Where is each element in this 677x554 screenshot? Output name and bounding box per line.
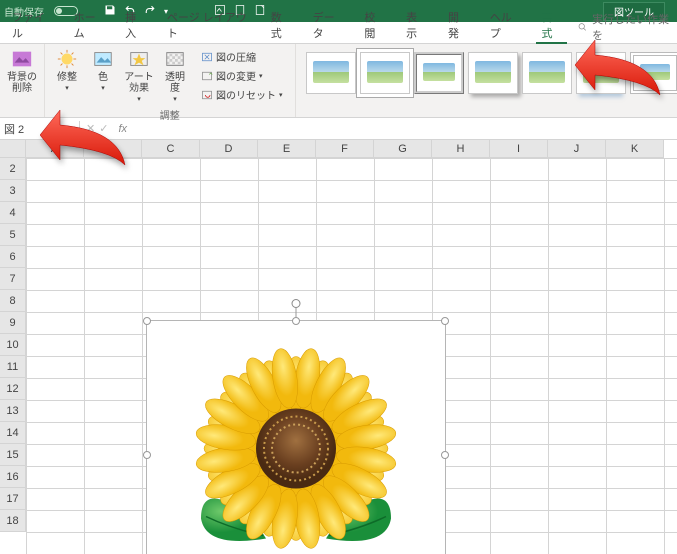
col-head[interactable]: C <box>142 140 200 158</box>
col-head[interactable]: I <box>490 140 548 158</box>
annotation-arrow-2 <box>575 30 665 100</box>
resize-handle-w[interactable] <box>143 451 151 459</box>
corrections-button[interactable]: 修整 ▾ <box>49 46 85 106</box>
remove-bg-icon <box>11 48 33 70</box>
sunflower-image <box>181 338 411 554</box>
row-head[interactable]: 7 <box>0 268 26 290</box>
row-head[interactable]: 10 <box>0 334 26 356</box>
tab-formulas[interactable]: 数式 <box>265 7 297 43</box>
change-picture-button[interactable]: 図の変更 ▾ <box>197 67 287 84</box>
tab-data[interactable]: データ <box>307 7 349 43</box>
row-head[interactable]: 2 <box>0 158 26 180</box>
resize-handle-e[interactable] <box>441 451 449 459</box>
picture-style-4[interactable] <box>468 52 518 94</box>
compress-label: 図の圧縮 <box>216 49 256 64</box>
row-head[interactable]: 17 <box>0 488 26 510</box>
row-head[interactable]: 13 <box>0 400 26 422</box>
col-head[interactable]: G <box>374 140 432 158</box>
artistic-label: アート効果 <box>123 72 155 94</box>
tab-insert[interactable]: 挿入 <box>119 7 151 43</box>
change-label: 図の変更 <box>216 68 256 83</box>
picture-style-2[interactable] <box>360 52 410 94</box>
annotation-arrow-1 <box>40 100 130 170</box>
tab-review[interactable]: 校閲 <box>358 7 390 43</box>
row-head[interactable]: 11 <box>0 356 26 378</box>
resize-handle-ne[interactable] <box>441 317 449 325</box>
selected-picture[interactable] <box>146 320 446 554</box>
row-head[interactable]: 9 <box>0 312 26 334</box>
reset-icon <box>201 89 213 101</box>
corrections-label: 修整 <box>57 72 77 83</box>
picture-style-1[interactable] <box>306 52 356 94</box>
row-head[interactable]: 16 <box>0 466 26 488</box>
row-head[interactable]: 8 <box>0 290 26 312</box>
reset-label: 図のリセット <box>216 87 276 102</box>
color-button[interactable]: 色 ▾ <box>85 46 121 106</box>
name-box-value: 図 2 <box>4 121 24 137</box>
remove-bg-label: 背景の 削除 <box>7 72 37 94</box>
col-head[interactable]: F <box>316 140 374 158</box>
col-head[interactable]: H <box>432 140 490 158</box>
col-head[interactable]: J <box>548 140 606 158</box>
row-head[interactable]: 6 <box>0 246 26 268</box>
row-head[interactable]: 4 <box>0 202 26 224</box>
reset-picture-button[interactable]: 図のリセット ▾ <box>197 86 287 103</box>
remove-background-button[interactable]: 背景の 削除 <box>4 46 40 96</box>
picture-style-3[interactable] <box>414 52 464 94</box>
row-head[interactable]: 5 <box>0 224 26 246</box>
row-head[interactable]: 14 <box>0 422 26 444</box>
select-all-corner[interactable] <box>0 140 26 158</box>
ribbon-group-remove-bg: 背景の 削除 <box>0 44 45 117</box>
picture-style-5[interactable] <box>522 52 572 94</box>
tab-format[interactable]: 書式 <box>536 7 568 43</box>
tab-file[interactable]: ファイル <box>6 7 58 43</box>
row-head[interactable]: 18 <box>0 510 26 532</box>
col-head[interactable]: K <box>606 140 664 158</box>
col-head[interactable]: D <box>200 140 258 158</box>
resize-handle-n[interactable] <box>292 317 300 325</box>
color-label: 色 <box>98 72 108 83</box>
artistic-effects-button[interactable]: アート効果 ▾ <box>121 46 157 106</box>
row-headers: 2 3 4 5 6 7 8 9 10 11 12 13 14 15 16 17 … <box>0 158 26 532</box>
color-icon <box>92 48 114 70</box>
rotate-handle[interactable] <box>292 299 301 308</box>
transparency-icon <box>164 48 186 70</box>
tab-view[interactable]: 表示 <box>400 7 432 43</box>
transparency-label: 透明 度 <box>165 72 185 94</box>
row-head[interactable]: 12 <box>0 378 26 400</box>
row-head[interactable]: 3 <box>0 180 26 202</box>
compress-pictures-button[interactable]: 図の圧縮 <box>197 48 287 65</box>
artistic-icon <box>128 48 150 70</box>
resize-handle-nw[interactable] <box>143 317 151 325</box>
col-head[interactable]: E <box>258 140 316 158</box>
tab-help[interactable]: ヘルプ <box>484 7 526 43</box>
transparency-button[interactable]: 透明 度 ▾ <box>157 46 193 106</box>
corrections-icon <box>56 48 78 70</box>
compress-icon <box>201 51 213 63</box>
worksheet-area[interactable]: A B C D E F G H I J K 2 3 4 5 6 7 8 9 10… <box>0 140 677 554</box>
row-head[interactable]: 15 <box>0 444 26 466</box>
tab-page-layout[interactable]: ページ レイアウト <box>161 7 255 43</box>
tab-home[interactable]: ホーム <box>68 7 109 43</box>
tab-developer[interactable]: 開発 <box>442 7 474 43</box>
change-icon <box>201 70 213 82</box>
